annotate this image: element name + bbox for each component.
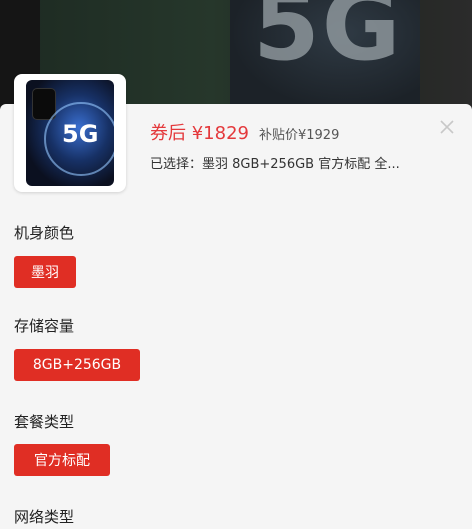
storage-option-8-256[interactable]: 8GB+256GB (14, 349, 140, 381)
backdrop-5g-logo: 5G (253, 0, 403, 82)
selected-summary: 已选择：墨羽 8GB+256GB 官方标配 全... (150, 157, 400, 172)
product-thumbnail: 5G (14, 74, 126, 192)
close-icon[interactable] (437, 117, 457, 137)
storage-section-title: 存储容量 (14, 317, 75, 335)
package-option-official[interactable]: 官方标配 (14, 444, 110, 476)
subsidy-price: 补贴价¥1929 (258, 128, 340, 143)
color-option-moyu[interactable]: 墨羽 (14, 256, 76, 288)
network-section-title: 网络类型 (14, 508, 75, 526)
price-row: 券后 ¥1829 补贴价¥1929 (150, 119, 339, 145)
phone-image: 5G (26, 80, 114, 186)
thumb-5g-logo: 5G (62, 120, 99, 148)
package-section-title: 套餐类型 (14, 413, 75, 431)
coupon-price: 券后 ¥1829 (150, 123, 249, 144)
color-section-title: 机身颜色 (14, 224, 75, 242)
